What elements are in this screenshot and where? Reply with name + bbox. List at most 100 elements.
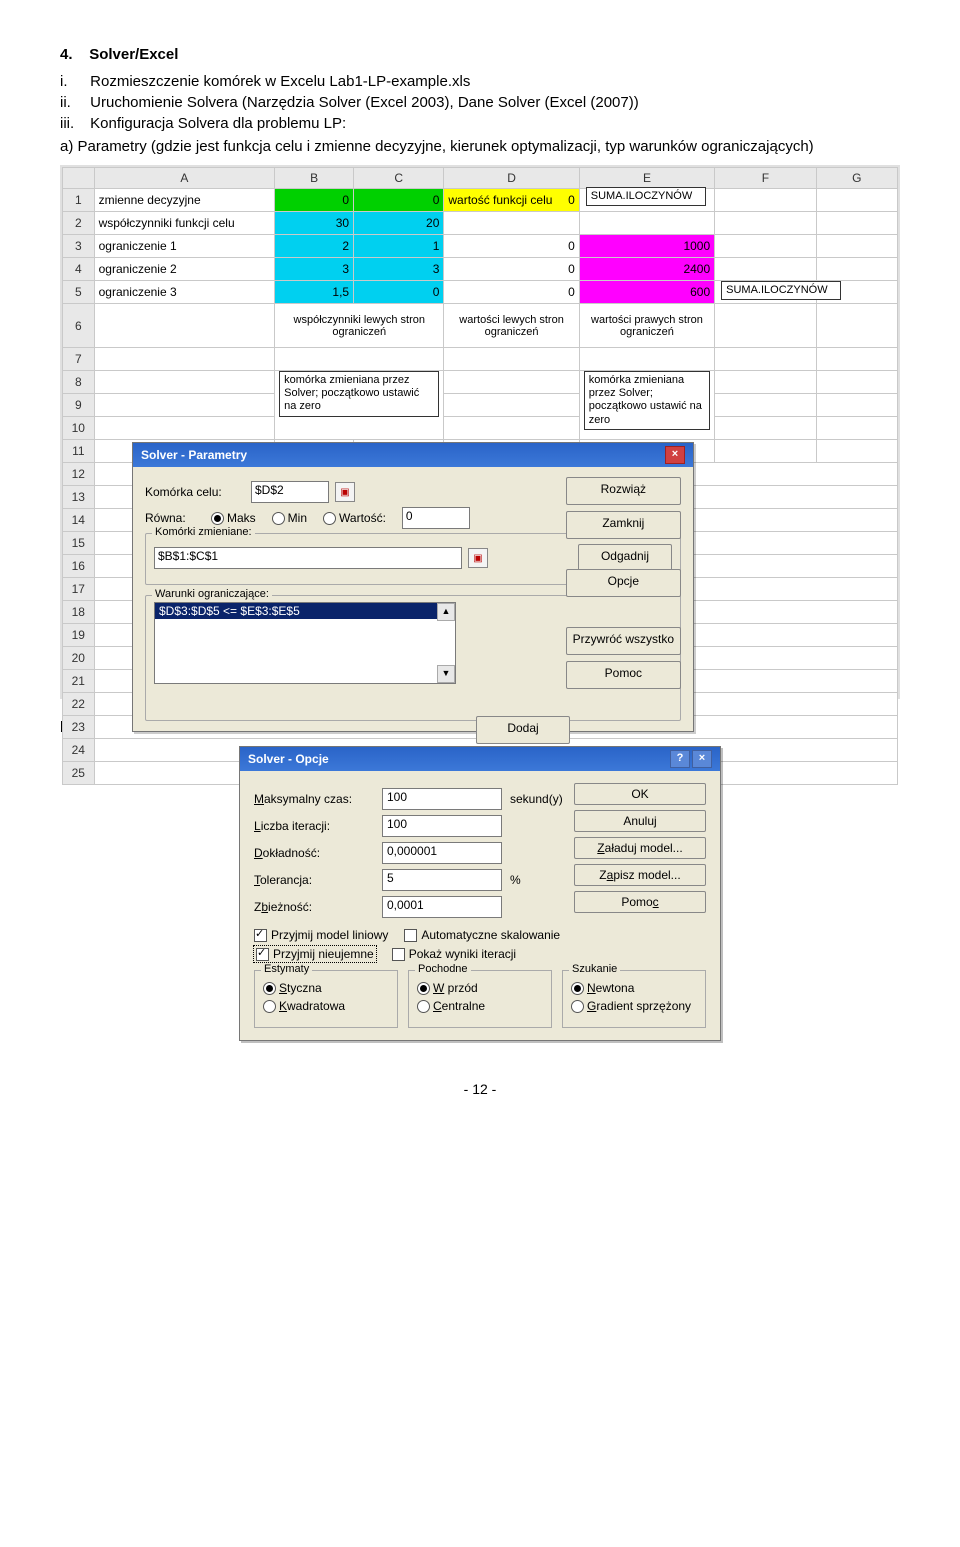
rowhdr-1: 1 xyxy=(63,189,95,212)
input-target-cell[interactable]: $D$2 xyxy=(251,481,329,503)
cell-D5: 0 xyxy=(444,281,579,304)
list-item-ii: ii. Uruchomienie Solvera (Narzędzia Solv… xyxy=(60,94,900,111)
radio-gradient[interactable]: Gradient sprzężony xyxy=(571,999,697,1013)
cell-E3: 1000 xyxy=(579,235,714,258)
input-tol[interactable]: 5 xyxy=(382,869,502,891)
close-icon-2[interactable]: × xyxy=(692,750,712,768)
lbl-rowna: Równa: xyxy=(145,511,205,525)
row-7: 7 xyxy=(63,348,898,371)
btn-anuluj[interactable]: Anuluj xyxy=(574,810,706,832)
btn-pomoc-opt[interactable]: Pomoc xyxy=(574,891,706,913)
radio-wartosc[interactable]: Wartość: xyxy=(323,511,386,525)
scroll-down-icon[interactable]: ▼ xyxy=(437,665,455,683)
cell-E5: 600 xyxy=(579,281,714,304)
colhdr-A: A xyxy=(94,168,275,189)
cell-C2: 20 xyxy=(354,212,444,235)
btn-rozwiaz[interactable]: Rozwiąż xyxy=(566,477,681,505)
opt-title: Solver - Opcje xyxy=(248,752,329,766)
input-maxczas[interactable]: 100 xyxy=(382,788,502,810)
cell-A1: zmienne decyzyjne xyxy=(94,189,275,212)
cell-C1: 0 xyxy=(354,189,444,212)
cell-D4: 0 xyxy=(444,258,579,281)
lbl-maxczas: MMaksymalny czas:aksymalny czas: xyxy=(254,792,374,806)
radio-styczna[interactable]: Styczna xyxy=(263,981,389,995)
input-iter[interactable]: 100 xyxy=(382,815,502,837)
btn-ok[interactable]: OK xyxy=(574,783,706,805)
chk-liniowy[interactable]: Przyjmij model liniowy xyxy=(254,928,388,942)
row-8: 8 komórka zmieniana przez Solver; począt… xyxy=(63,371,898,394)
cell-D6: wartości lewych stron ograniczeń xyxy=(444,304,579,348)
lbl-tol: Tolerancja: xyxy=(254,873,374,887)
cell-D3: 0 xyxy=(444,235,579,258)
chk-nieujemne[interactable]: Przyjmij nieujemne xyxy=(254,946,376,962)
constraint-item[interactable]: $D$3:$D$5 <= $E$3:$E$5 xyxy=(155,603,455,619)
chk-skalowanie[interactable]: Automatyczne skalowanie xyxy=(404,928,560,942)
cell-E2 xyxy=(579,212,714,235)
constraints-listbox[interactable]: $D$3:$D$5 <= $E$3:$E$5 ▲ ▼ xyxy=(154,602,456,684)
opt-titlebar[interactable]: Solver - Opcje ? × xyxy=(240,747,720,771)
unit-maxczas: sekund(y) xyxy=(510,792,563,806)
input-changing[interactable]: $B$1:$C$1 xyxy=(154,547,462,569)
cell-F4 xyxy=(715,258,817,281)
row-10: 10 xyxy=(63,417,898,440)
cell-E4: 2400 xyxy=(579,258,714,281)
cell-B3: 2 xyxy=(275,235,354,258)
chk-wyniki[interactable]: Pokaż wyniki iteracji xyxy=(392,946,516,962)
close-icon[interactable]: × xyxy=(665,446,685,464)
list-item-iii: iii. Konfiguracja Solvera dla problemu L… xyxy=(60,115,900,132)
colhdr-C: C xyxy=(354,168,444,189)
cell-E6: wartości prawych stron ograniczeń xyxy=(579,304,714,348)
refedit-icon-2[interactable]: ▣ xyxy=(468,548,488,568)
btn-pomoc[interactable]: Pomoc xyxy=(566,661,681,689)
radio-kwadratowa[interactable]: Kwadratowa xyxy=(263,999,389,1013)
btn-opcje[interactable]: Opcje xyxy=(566,569,681,597)
radio-centralne[interactable]: Centralne xyxy=(417,999,543,1013)
cell-B4: 3 xyxy=(275,258,354,281)
radio-min[interactable]: Min xyxy=(272,511,307,525)
spreadsheet-screenshot: A B C D E F G 1 zmienne decyzyjne 0 0 00… xyxy=(60,165,900,699)
grp-est-label: Estymaty xyxy=(261,963,312,975)
input-zbiez[interactable]: 0,0001 xyxy=(382,896,502,918)
lbl-dokl: Dokładność: xyxy=(254,846,374,860)
cell-C5: 0 xyxy=(354,281,444,304)
list-num-iii: iii. xyxy=(60,115,86,132)
row-2: 2 współczynniki funkcji celu 30 20 xyxy=(63,212,898,235)
input-dokl[interactable]: 0,000001 xyxy=(382,842,502,864)
page-number: - 12 - xyxy=(60,1081,900,1097)
btn-dodaj[interactable]: Dodaj xyxy=(476,716,570,744)
list-text-iii: Konfiguracja Solvera dla problemu LP: xyxy=(90,115,346,132)
radio-maks[interactable]: Maks xyxy=(211,511,256,525)
radio-wprzod[interactable]: W przód xyxy=(417,981,543,995)
help-icon[interactable]: ? xyxy=(670,750,690,768)
corner-cell xyxy=(63,168,95,189)
solver-opcje-dialog: Solver - Opcje ? × MMaksymalny czas:aksy… xyxy=(239,746,721,1041)
colhdr-E: E xyxy=(579,168,714,189)
refedit-icon[interactable]: ▣ xyxy=(335,482,355,502)
rowhdr-2: 2 xyxy=(63,212,95,235)
heading-text: Solver/Excel xyxy=(89,46,178,63)
cell-D1: 00wartość funkcji celu xyxy=(444,189,579,212)
btn-zamknij[interactable]: Zamknij xyxy=(566,511,681,539)
radio-newtona[interactable]: Newtona xyxy=(571,981,697,995)
cell-A5: ograniczenie 3 xyxy=(94,281,275,304)
rowhdr-8: 8 xyxy=(63,371,95,394)
btn-zapisz[interactable]: Zapisz model... xyxy=(574,864,706,886)
grp-constraints-label: Warunki ograniczające: xyxy=(152,588,272,600)
list-num-i: i. xyxy=(60,73,86,90)
col-header-row: A B C D E F G xyxy=(63,168,898,189)
input-wartosc[interactable]: 0 xyxy=(402,507,470,529)
cell-A2: współczynniki funkcji celu xyxy=(94,212,275,235)
rowhdr-6: 6 xyxy=(63,304,95,348)
dialog-titlebar[interactable]: Solver - Parametry × xyxy=(133,443,693,467)
cell-A3: ograniczenie 1 xyxy=(94,235,275,258)
cell-A4: ograniczenie 2 xyxy=(94,258,275,281)
btn-przywroc[interactable]: Przywróć wszystko xyxy=(566,627,681,655)
cell-F1 xyxy=(715,189,817,212)
colhdr-B: B xyxy=(275,168,354,189)
scroll-up-icon[interactable]: ▲ xyxy=(437,603,455,621)
btn-zaladuj[interactable]: Załaduj model... xyxy=(574,837,706,859)
cell-A6 xyxy=(94,304,275,348)
group-pochodne: Pochodne W przód Centralne xyxy=(408,970,552,1028)
row-1: 1 zmienne decyzyjne 0 0 00wartość funkcj… xyxy=(63,189,898,212)
colhdr-D: D xyxy=(444,168,579,189)
